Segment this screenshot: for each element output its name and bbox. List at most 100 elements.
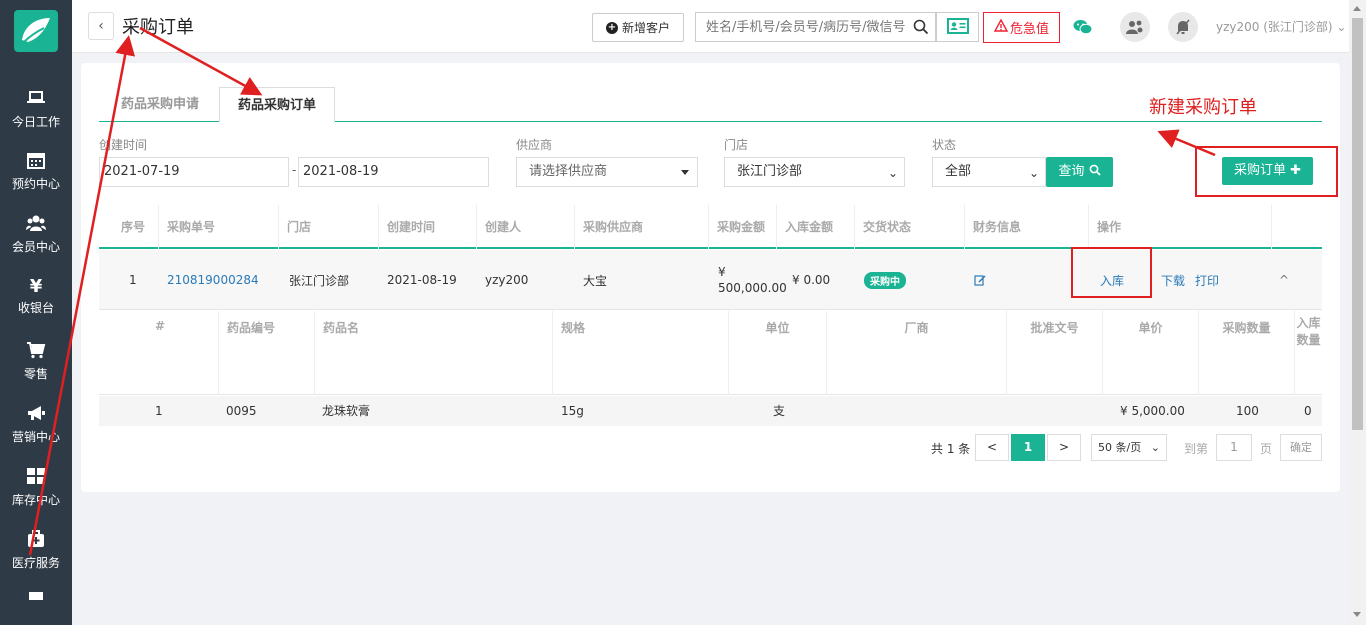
medkit-icon: [24, 529, 48, 553]
page-scrollbar[interactable]: [1349, 0, 1366, 625]
sidebar-item-label: 营销中心: [11, 430, 60, 444]
store-select[interactable]: 张江门诊部 ⌄: [724, 157, 905, 187]
col-index: 序号: [99, 205, 159, 249]
search-box: [695, 12, 936, 42]
notification-mute-icon[interactable]: [1168, 12, 1198, 42]
scroll-up-icon[interactable]: [1353, 6, 1361, 11]
download-link[interactable]: 下载: [1161, 250, 1185, 310]
page-title: 采购订单: [122, 17, 194, 38]
sidebar-item-today[interactable]: 今日工作: [0, 88, 72, 148]
new-customer-button[interactable]: + 新增客户: [592, 13, 684, 42]
user-menu[interactable]: yzy200 (张江门诊部) ⌄: [1216, 18, 1346, 35]
sub-col-qty: 采购数量: [1199, 311, 1295, 395]
row-store: 张江门诊部: [289, 273, 350, 288]
collapse-icon[interactable]: ^: [1279, 250, 1289, 310]
sidebar-item-marketing[interactable]: 营销中心: [0, 403, 72, 463]
sidebar-item-label: 收银台: [17, 301, 54, 315]
cart-icon: [24, 340, 48, 364]
store-value: 张江门诊部: [737, 164, 803, 179]
warning-icon: [993, 18, 1009, 37]
supplier-select[interactable]: 请选择供应商: [516, 157, 698, 187]
col-finance: 财务信息: [965, 205, 1089, 249]
sidebar-item-members[interactable]: 会员中心: [0, 213, 72, 273]
sidebar-item-label: 预约中心: [11, 177, 60, 191]
col-stock-amount: 入库金额: [777, 205, 855, 249]
sidebar-item-label: 会员中心: [11, 240, 60, 254]
sidebar-item-inventory[interactable]: 库存中心: [0, 466, 72, 526]
plus-circle-icon: +: [605, 21, 618, 34]
caret-down-icon: [681, 170, 689, 175]
col-store: 门店: [279, 205, 379, 249]
col-supplier: 采购供应商: [575, 205, 709, 249]
critical-value-button[interactable]: 危急值: [983, 12, 1060, 43]
col-delivery-status: 交货状态: [855, 205, 965, 249]
query-label: 查询: [1058, 164, 1085, 179]
amount-currency: ¥: [718, 265, 726, 279]
order-no-link[interactable]: 210819000284: [167, 250, 259, 310]
supplier-placeholder: 请选择供应商: [529, 164, 608, 179]
sub-col-code: 药品编号: [219, 311, 315, 395]
search-icon: [1089, 164, 1101, 179]
sub-col-spec: 规格: [553, 311, 729, 395]
app-logo[interactable]: [14, 10, 58, 52]
tab-bar: 药品采购申请 药品采购订单: [99, 87, 1322, 123]
col-order-no: 采购单号: [159, 205, 279, 249]
group-settings-icon[interactable]: [1120, 12, 1150, 42]
sidebar-more-icon[interactable]: [29, 592, 43, 600]
search-input[interactable]: [696, 13, 906, 41]
sidebar-item-retail[interactable]: 零售: [0, 340, 72, 400]
scroll-down-icon[interactable]: [1353, 612, 1361, 617]
status-label: 状态: [932, 138, 957, 152]
pagination-total: 共 1 条: [931, 442, 971, 456]
wechat-icon[interactable]: [1068, 12, 1098, 42]
supplier-label: 供应商: [516, 138, 553, 152]
sidebar-item-cashier[interactable]: ¥ 收银台: [0, 276, 72, 336]
id-card-button[interactable]: [936, 12, 979, 42]
print-link[interactable]: 打印: [1195, 250, 1219, 310]
page-size-select[interactable]: 50 条/页 ⌄: [1091, 434, 1167, 461]
status-badge: 采购中: [864, 271, 906, 289]
item-qty: 100: [1236, 404, 1259, 418]
goto-page-input[interactable]: 1: [1216, 434, 1252, 461]
row-status: 采购中: [864, 250, 906, 310]
prev-page-button[interactable]: <: [975, 434, 1009, 461]
sidebar: 今日工作 预约中心 会员中心 ¥ 收银台 零售 营销中心 库存中心 医疗服务: [0, 0, 72, 625]
date-range-dash: -: [292, 163, 297, 177]
back-button[interactable]: ‹: [88, 12, 114, 40]
query-button[interactable]: 查询: [1046, 157, 1113, 187]
page-size-value: 50 条/页: [1098, 441, 1142, 454]
row-supplier: 大宝: [583, 273, 608, 288]
goto-confirm-button[interactable]: 确定: [1280, 434, 1322, 461]
end-date-input[interactable]: 2021-08-19: [298, 157, 489, 187]
tab-purchase-order[interactable]: 药品采购订单: [219, 87, 336, 123]
next-page-button[interactable]: >: [1047, 434, 1081, 461]
item-index: 1: [155, 404, 163, 418]
sidebar-item-appointment[interactable]: 预约中心: [0, 150, 72, 210]
start-date-input[interactable]: 2021-07-19: [99, 157, 289, 187]
row-index: 1: [129, 273, 137, 287]
highlight-box-new-order: [1195, 146, 1338, 197]
sub-col-unit: 单位: [729, 311, 827, 395]
item-stock-qty: 0: [1304, 404, 1312, 418]
calendar-icon: [24, 150, 48, 174]
row-created: 2021-08-19: [387, 273, 457, 287]
edit-icon[interactable]: [974, 250, 986, 310]
status-select[interactable]: 全部 ⌄: [932, 157, 1046, 187]
sub-col-index: #: [99, 311, 219, 395]
status-value: 全部: [945, 164, 972, 179]
highlight-box-stock-in: [1071, 247, 1152, 298]
top-header: ‹ 采购订单 + 新增客户 危急值 yzy200 (张江门诊部) ⌄: [72, 0, 1366, 53]
laptop-icon: [24, 88, 48, 112]
search-icon[interactable]: [913, 19, 929, 38]
orders-table-header: 序号 采购单号 门店 创建时间 创建人 采购供应商 采购金额 入库金额 交货状态…: [99, 205, 1322, 249]
sidebar-item-medical[interactable]: 医疗服务: [0, 529, 72, 589]
chevron-down-icon: ⌄: [1028, 166, 1039, 180]
sidebar-item-label: 库存中心: [11, 493, 60, 507]
item-unit: 支: [773, 404, 786, 418]
chevron-down-icon: ⌄: [1150, 441, 1160, 454]
tab-purchase-request[interactable]: 药品采购申请: [103, 87, 217, 122]
list-item: 1 0095 龙珠软膏 15g 支 ¥ 5,000.00 100 0: [99, 396, 1322, 426]
scroll-thumb[interactable]: [1352, 18, 1363, 430]
page-1-button[interactable]: 1: [1011, 434, 1045, 461]
row-creator: yzy200: [485, 273, 529, 287]
